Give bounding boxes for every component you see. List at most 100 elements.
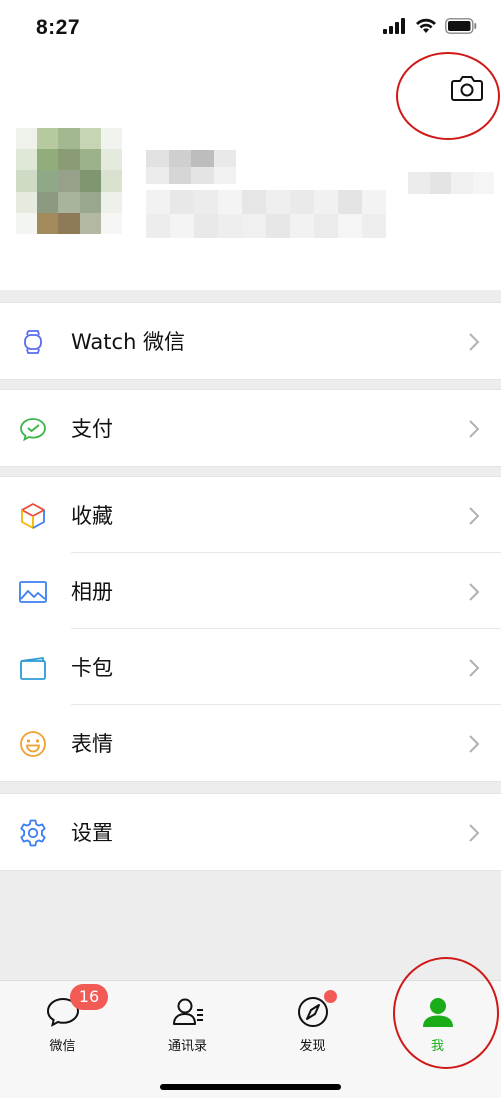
menu-item-album[interactable]: 相册: [0, 553, 501, 629]
mosaic-pixel: [338, 214, 362, 238]
mosaic-pixel: [146, 214, 170, 238]
menu-item-stickers[interactable]: 表情: [0, 705, 501, 781]
mosaic-pixel: [58, 170, 80, 192]
menu-item-cards[interactable]: 卡包: [0, 629, 501, 705]
mosaic-pixel: [79, 128, 101, 150]
mosaic-pixel: [100, 212, 122, 234]
menu-item-label: 收藏: [71, 504, 113, 528]
mosaic-pixel: [37, 212, 59, 234]
home-indicator: [160, 1084, 341, 1090]
mosaic-pixel: [266, 190, 290, 214]
mosaic-pixel: [58, 212, 80, 234]
mosaic-pixel: [170, 190, 194, 214]
camera-icon[interactable]: [450, 74, 484, 102]
mosaic-pixel: [362, 214, 386, 238]
pay-icon: [20, 418, 46, 442]
mosaic-pixel: [16, 128, 38, 150]
mosaic-pixel: [37, 149, 59, 171]
mosaic-pixel: [429, 172, 451, 194]
tab-chats[interactable]: 微信 16: [0, 981, 125, 1061]
mosaic-pixel: [146, 150, 169, 167]
mosaic-pixel: [290, 214, 314, 238]
mosaic-pixel: [37, 191, 59, 213]
chevron-right-icon: [469, 420, 480, 438]
mosaic-pixel: [191, 150, 214, 167]
avatar[interactable]: [16, 128, 122, 234]
mosaic-pixel: [290, 190, 314, 214]
menu-item-settings[interactable]: 设置: [0, 794, 501, 870]
favorites-icon: [21, 503, 45, 529]
mosaic-pixel: [16, 212, 38, 234]
menu-item-label: 设置: [71, 821, 113, 845]
group-settings: 设置: [0, 793, 501, 871]
menu-item-pay[interactable]: 支付: [0, 390, 501, 466]
wechat-id-obscured: [146, 190, 386, 238]
group-watch: Watch 微信: [0, 302, 501, 380]
mosaic-pixel: [16, 170, 38, 192]
tab-label: 我: [430, 1039, 444, 1054]
watch-icon: [24, 330, 42, 354]
status-icons: [383, 18, 477, 34]
mosaic-pixel: [218, 214, 242, 238]
signal-icon: [383, 18, 405, 34]
unread-badge: 16: [70, 984, 108, 1010]
album-icon: [19, 581, 47, 603]
mosaic-pixel: [16, 191, 38, 213]
menu-item-label: Watch 微信: [71, 330, 186, 354]
tab-label: 通讯录: [167, 1039, 207, 1054]
card-icon: [20, 657, 46, 680]
mosaic-pixel: [314, 214, 338, 238]
mosaic-pixel: [100, 170, 122, 192]
mosaic-pixel: [213, 167, 236, 184]
nickname-obscured: [146, 150, 236, 184]
menu-item-label: 表情: [71, 732, 113, 756]
mosaic-pixel: [213, 150, 236, 167]
gear-icon: [20, 819, 46, 847]
mosaic-pixel: [194, 190, 218, 214]
mosaic-pixel: [79, 191, 101, 213]
mosaic-pixel: [170, 214, 194, 238]
mosaic-pixel: [338, 190, 362, 214]
chevron-right-icon: [469, 333, 480, 351]
mosaic-pixel: [37, 128, 59, 150]
mosaic-pixel: [79, 212, 101, 234]
chevron-right-icon: [469, 507, 480, 525]
menu-item-label: 卡包: [71, 656, 113, 680]
mosaic-pixel: [218, 190, 242, 214]
mosaic-pixel: [266, 214, 290, 238]
mosaic-pixel: [408, 172, 430, 194]
wifi-icon: [416, 18, 436, 33]
status-obscured[interactable]: [408, 172, 494, 194]
mosaic-pixel: [79, 149, 101, 171]
menu-item-label: 相册: [71, 580, 113, 604]
mosaic-pixel: [472, 172, 494, 194]
menu-item-watch[interactable]: Watch 微信: [0, 303, 501, 379]
mosaic-pixel: [16, 149, 38, 171]
tab-discover[interactable]: 发现: [250, 981, 375, 1061]
tab-contacts[interactable]: 通讯录: [125, 981, 250, 1061]
tab-me[interactable]: 我: [375, 981, 500, 1061]
chevron-right-icon: [469, 583, 480, 601]
mosaic-pixel: [451, 172, 473, 194]
mosaic-pixel: [58, 128, 80, 150]
chevron-right-icon: [469, 735, 480, 753]
mosaic-pixel: [100, 149, 122, 171]
mosaic-pixel: [79, 170, 101, 192]
mosaic-pixel: [314, 190, 338, 214]
group-pay: 支付: [0, 389, 501, 467]
menu-item-label: 支付: [71, 417, 113, 441]
mosaic-pixel: [168, 150, 191, 167]
mosaic-pixel: [242, 214, 266, 238]
mosaic-pixel: [168, 167, 191, 184]
mosaic-pixel: [362, 190, 386, 214]
status-time: 8:27: [36, 16, 81, 39]
discover-notification-dot: [324, 990, 337, 1003]
mosaic-pixel: [194, 214, 218, 238]
group-collections: 收藏 相册 卡包 表情: [0, 476, 501, 782]
tab-label: 微信: [49, 1039, 76, 1054]
profile-header: [0, 56, 501, 290]
battery-icon: [445, 18, 477, 34]
menu-item-favorites[interactable]: 收藏: [0, 477, 501, 553]
chevron-right-icon: [469, 824, 480, 842]
chevron-right-icon: [469, 659, 480, 677]
